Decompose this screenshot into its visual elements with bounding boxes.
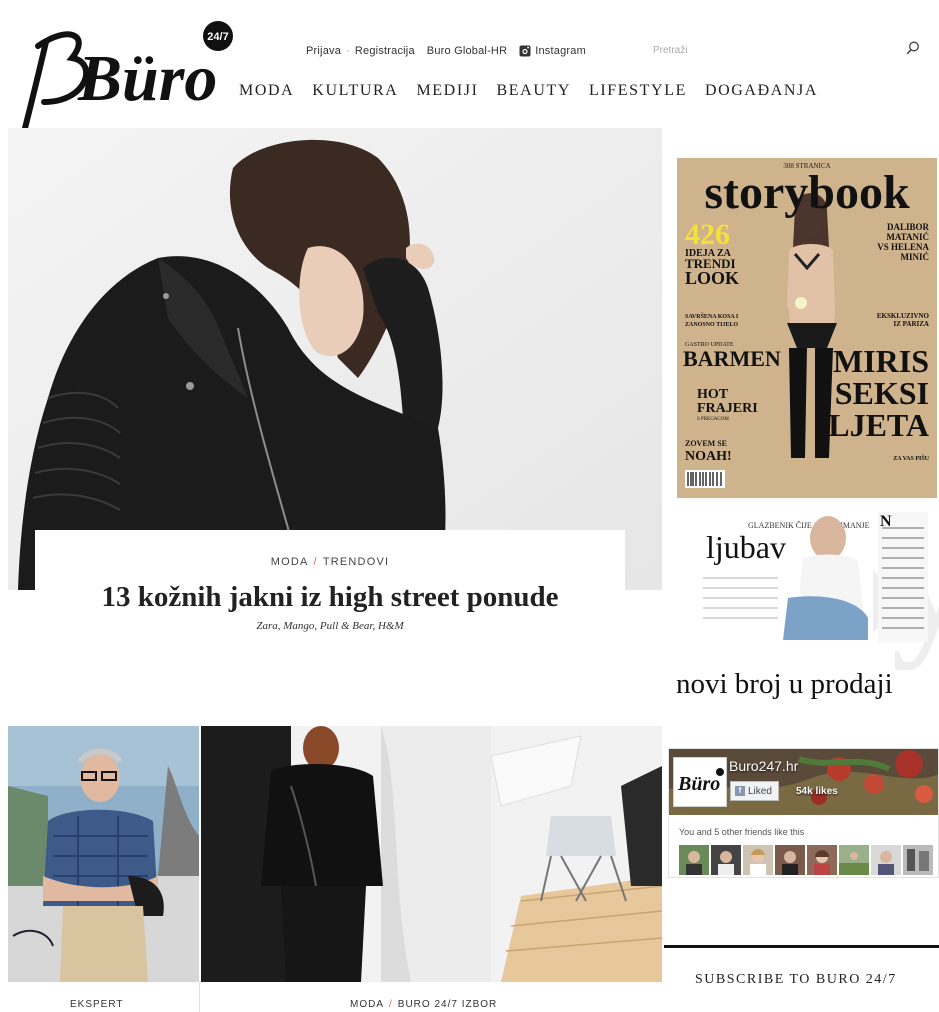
- facebook-page-avatar[interactable]: Büro: [673, 757, 727, 807]
- instagram-link[interactable]: Instagram: [535, 45, 586, 57]
- magazine-right-line: DALIBOR: [887, 222, 930, 232]
- magazine-noah: ZOVEM SE: [685, 439, 727, 448]
- logo-badge: 24/7: [207, 31, 228, 43]
- facebook-like-box: Büro Buro247.hr f Liked 54k likes You an…: [668, 748, 939, 878]
- hero-category-link[interactable]: MODA: [271, 556, 309, 568]
- promo-big-word: ljubav: [706, 529, 786, 565]
- logo-text: Büro: [77, 42, 217, 115]
- card-subcategory-link[interactable]: BURO 24/7 IZBOR: [398, 999, 497, 1010]
- facebook-liked-label: Liked: [748, 785, 772, 797]
- subscribe-rule: [664, 945, 939, 948]
- nav-item-kultura[interactable]: KULTURA: [312, 82, 398, 100]
- top-links: Prijava · Registracija Buro Global-HR In…: [306, 43, 586, 59]
- magazine-hot: FRAJERI: [697, 401, 758, 416]
- magazine-miris: LJETA: [828, 407, 929, 443]
- card-image-buro-izbor[interactable]: [201, 726, 662, 982]
- friend-avatar[interactable]: [871, 845, 901, 875]
- magazine-miris: MIRIS: [833, 343, 929, 379]
- card-label-separator: /: [389, 999, 393, 1010]
- facebook-liked-button[interactable]: f Liked: [730, 781, 779, 801]
- magazine-right-small: IZ PARIZA: [894, 320, 929, 328]
- subscribe-link[interactable]: SUBSCRIBE TO BURO 24/7: [695, 972, 897, 988]
- magazine-center-line: ZANOSNO TIJELO: [685, 322, 738, 328]
- hero-kicker: MODA / TRENDOVI: [35, 556, 625, 568]
- magazine-right-line: MINIĆ: [901, 252, 930, 262]
- instagram-icon[interactable]: [519, 45, 531, 57]
- nav-item-mediji[interactable]: MEDIJI: [416, 82, 478, 100]
- magazine-za-vas: ZA VAS PIŠU: [893, 454, 929, 462]
- hero-card: MODA / TRENDOVI 13 kožnih jakni iz high st…: [35, 530, 625, 720]
- magazine-right-line: MATANIĆ: [886, 232, 929, 242]
- hero-article: MODA / TRENDOVI 13 kožnih jakni iz high st…: [8, 128, 662, 720]
- nav-item-dogadanja[interactable]: DOGAĐANJA: [705, 82, 818, 100]
- card-category-link[interactable]: EKSPERT: [70, 999, 124, 1010]
- friend-avatar[interactable]: [839, 845, 869, 875]
- login-link[interactable]: Prijava: [306, 45, 341, 57]
- friend-avatar[interactable]: [775, 845, 805, 875]
- facebook-likes-count: 54k likes: [796, 785, 838, 797]
- buro-global-link[interactable]: Buro Global-HR: [427, 45, 507, 57]
- buro-logo-small-icon: Büro: [677, 768, 724, 795]
- svg-text:N: N: [880, 513, 892, 530]
- search-icon[interactable]: [905, 40, 921, 56]
- magazine-title: storybook: [704, 166, 910, 219]
- magazine-big-number: 426: [685, 218, 730, 251]
- hero-subcategory-link[interactable]: TRENDOVI: [323, 556, 389, 568]
- nav-item-beauty[interactable]: BEAUTY: [497, 82, 571, 100]
- nav-item-lifestyle[interactable]: LIFESTYLE: [589, 82, 687, 100]
- card-image-ekspert[interactable]: [8, 726, 199, 982]
- top-link-separator: ·: [346, 45, 350, 57]
- svg-text:Büro: Büro: [677, 773, 720, 795]
- hero-subtitle: Zara, Mango, Pull & Bear, H&M: [256, 620, 404, 632]
- friend-avatar[interactable]: [903, 845, 933, 875]
- facebook-icon: f: [735, 786, 745, 796]
- magazine-hot-small: S PREGACOM: [697, 417, 729, 422]
- friend-avatar[interactable]: [743, 845, 773, 875]
- cards-divider: [199, 982, 200, 1012]
- search-input[interactable]: [653, 40, 903, 60]
- kicker-separator: /: [313, 556, 318, 568]
- magazine-right-small: EKSKLUZIVNO: [877, 312, 930, 320]
- friend-avatar[interactable]: [807, 845, 837, 875]
- hero-image[interactable]: [8, 128, 662, 590]
- magazine-center-line: SAVRŠENA KOSA I: [685, 312, 739, 320]
- register-link[interactable]: Registracija: [355, 45, 415, 57]
- promo-caption[interactable]: novi broj u prodaji: [676, 668, 893, 701]
- main-nav: MODA KULTURA MEDIJI BEAUTY LIFESTYLE DOG…: [239, 82, 818, 100]
- friend-avatar[interactable]: [679, 845, 709, 875]
- friend-avatar[interactable]: [711, 845, 741, 875]
- magazine-left-line: LOOK: [685, 268, 739, 288]
- facebook-friends-text: You and 5 other friends like this: [679, 827, 805, 837]
- card-category-link[interactable]: MODA: [350, 999, 384, 1010]
- facebook-friend-faces: [679, 845, 933, 875]
- nav-item-moda[interactable]: MODA: [239, 82, 294, 100]
- magazine-cover[interactable]: 308 STRANICA storybook 426 IDEJA ZA TREN…: [677, 158, 937, 498]
- magazine-right-line: VS HELENA: [877, 242, 929, 252]
- card-label-ekspert: EKSPERT: [70, 999, 124, 1010]
- magazine-hot: HOT: [697, 387, 729, 402]
- facebook-page-name[interactable]: Buro247.hr: [729, 758, 798, 774]
- hero-title[interactable]: 13 kožnih jakni iz high street ponude: [95, 578, 565, 616]
- card-label-buro-izbor: MODA / BURO 24/7 IZBOR: [350, 999, 497, 1010]
- magazine-noah: NOAH!: [685, 449, 732, 464]
- magazine-barmen: BARMEN: [683, 346, 781, 371]
- magazine-miris: SEKSI: [835, 375, 929, 411]
